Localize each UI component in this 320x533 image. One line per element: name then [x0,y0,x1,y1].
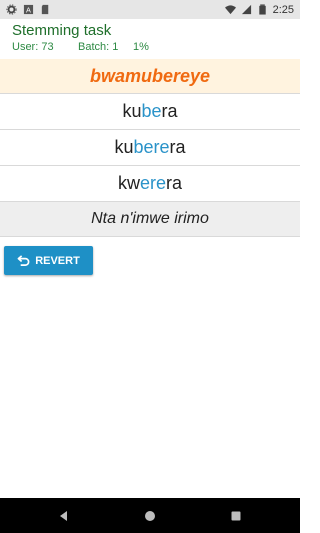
stem-option-2[interactable]: ku bere r a [0,129,300,165]
status-left-icons: A [6,4,51,15]
stem-text: ku [114,137,134,157]
wifi-icon [224,4,236,15]
target-word: bwamubereye [89,66,211,86]
app-header: Stemming task User: 73 Batch: 1 1% [0,19,300,59]
status-right-icons: 2:25 [224,3,294,16]
text-icon: A [23,4,34,15]
stem-highlight: ere [139,173,166,193]
revert-button[interactable]: REVERT [4,246,93,275]
stem-highlight: be [141,101,162,121]
stem-option-3[interactable]: kw ere r a [0,165,300,201]
svg-text:A: A [26,5,31,14]
progress-percent: 1% [133,41,149,53]
stem-text: a [172,173,183,193]
back-icon[interactable] [57,509,71,523]
target-word-row: bwamubereye [0,59,300,94]
status-bar: A 2:25 [0,0,300,19]
navigation-bar [0,498,300,533]
stem-highlight: bere [133,137,170,157]
stem-text: ku [122,101,142,121]
stem-option-1[interactable]: ku be ra [0,93,300,129]
settings-icon [6,4,17,15]
revert-button-label: REVERT [35,254,80,267]
undo-icon [17,255,30,266]
none-option[interactable]: Nta n'imwe irimo [0,201,300,237]
battery-icon [257,4,268,15]
recents-icon[interactable] [229,509,243,523]
batch-number: Batch: 1 [78,41,119,53]
sd-card-icon [40,4,51,15]
page-title: Stemming task [12,22,112,39]
stats-line: User: 73 Batch: 1 1% [12,40,288,54]
home-icon[interactable] [143,509,157,523]
stem-text: a [175,137,186,157]
signal-icon [241,4,252,15]
none-option-label: Nta n'imwe irimo [91,210,209,227]
user-count: User: 73 [12,41,54,53]
stem-text: ra [161,101,178,121]
stem-text: kw [117,173,140,193]
clock: 2:25 [272,3,294,16]
